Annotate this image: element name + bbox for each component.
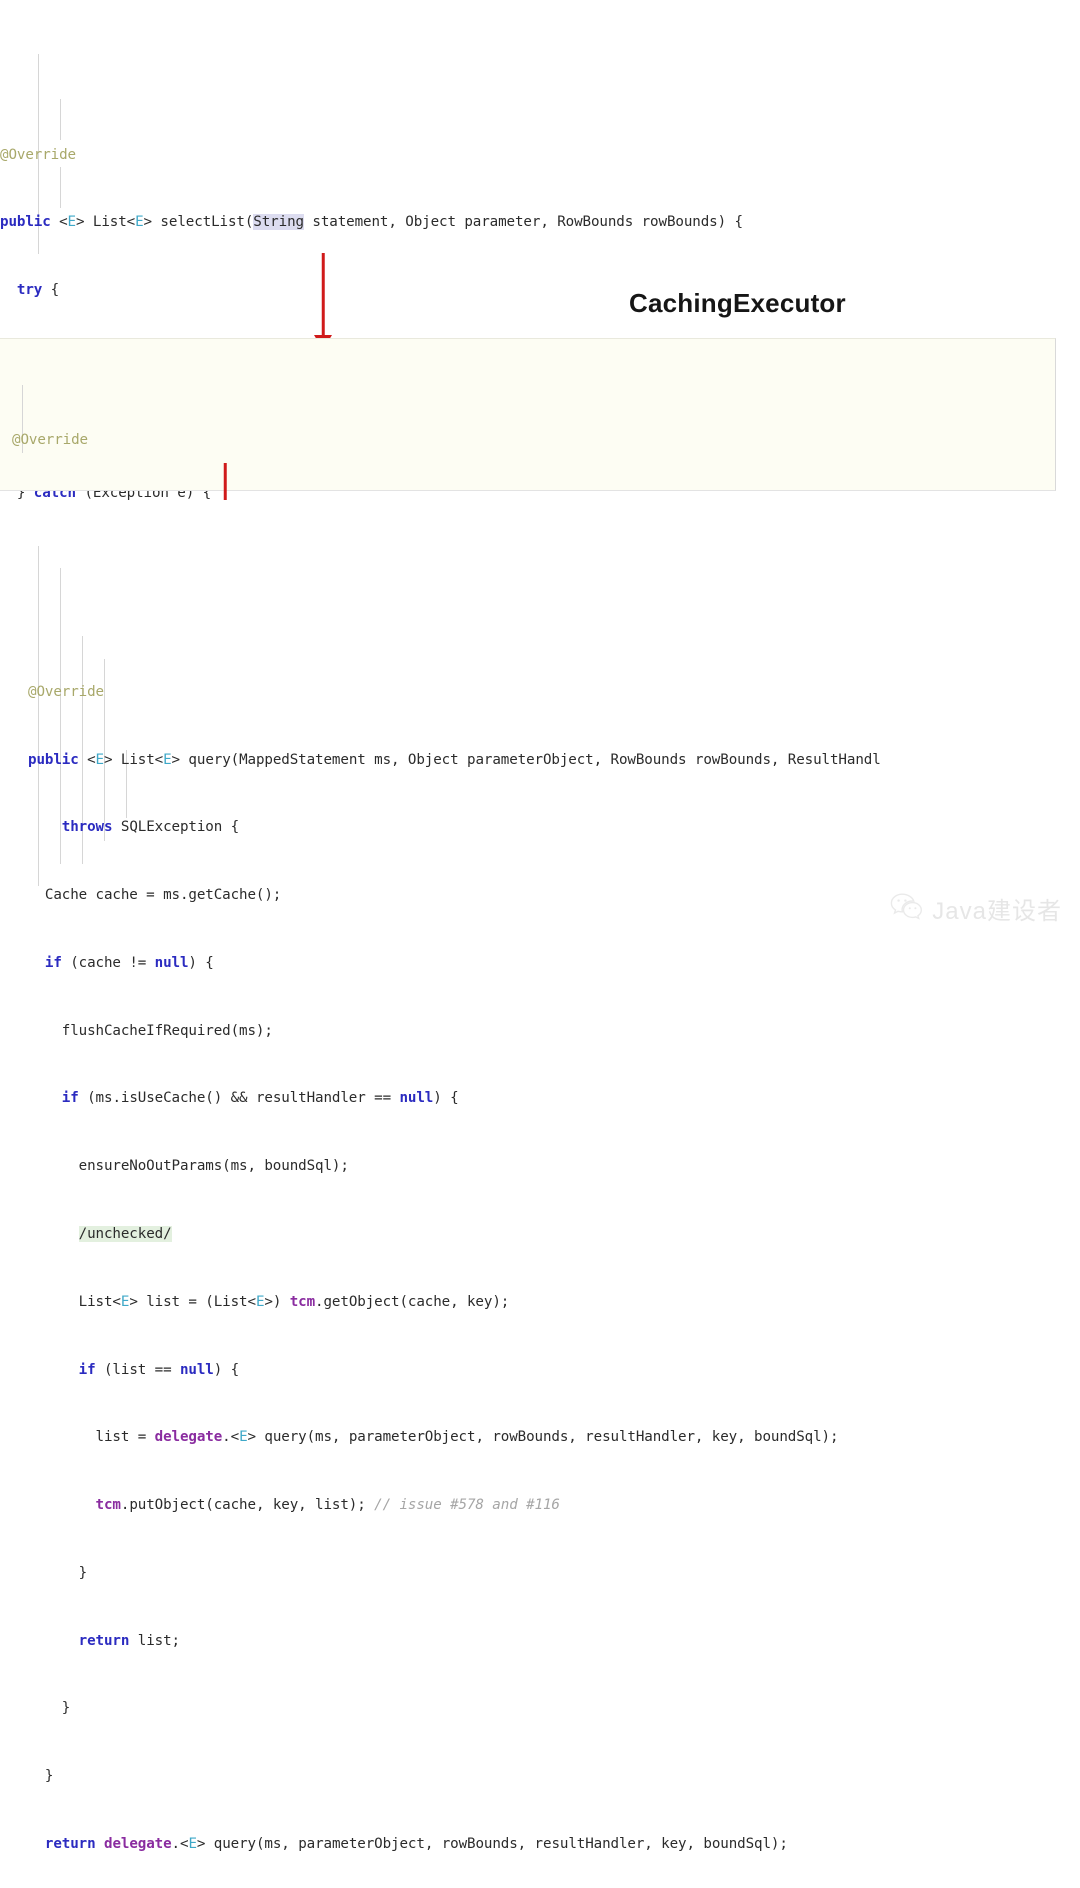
code-line: public <E> List<E> query(MappedStatement… — [28, 751, 881, 768]
code-line: } — [28, 1768, 54, 1785]
code-line: if (cache != null) { — [44, 954, 214, 971]
wechat-logo-icon — [890, 892, 924, 925]
highlighted-token-unchecked: /unchecked/ — [78, 1226, 172, 1242]
code-line: return list; — [78, 1632, 180, 1649]
code-line: List<E> list = (List<E>) tcm.getObject(c… — [28, 1293, 510, 1310]
code-block-caching-executor-query-overload: @Override public <E> List<E> query(Mappe… — [0, 500, 1080, 1852]
code-line: @Override — [12, 432, 88, 449]
code-block-caching-executor-query-entry: @Override public <E> List<E> query(Mappe… — [0, 338, 1056, 787]
watermark: Java建设者 — [890, 891, 1062, 926]
code-line: throws SQLException { — [61, 819, 240, 836]
code-line: } — [28, 1564, 88, 1581]
code-line: /unchecked/ — [0, 1223, 1080, 1246]
code-line: public <E> List<E> selectList(String sta… — [0, 214, 743, 231]
section-caption-caching-executor: CachingExecutor — [629, 288, 846, 318]
code-block-default-sql-session: @Override public <E> List<E> selectList(… — [0, 8, 1080, 840]
annotation-override: @Override — [0, 146, 76, 163]
highlighted-token-string: String — [253, 214, 304, 231]
code-line: ensureNoOutParams(ms, boundSql); — [28, 1158, 349, 1175]
code-line: } — [28, 1700, 71, 1717]
code-line: if (ms.isUseCache() && resultHandler == … — [61, 1090, 459, 1107]
code-line: list = delegate.<E> query(ms, parameterO… — [28, 1429, 839, 1446]
watermark-text: Java建设者 — [932, 898, 1062, 925]
code-line: @Override — [0, 144, 1080, 167]
code-line: tcm.putObject(cache, key, list); // issu… — [95, 1497, 560, 1514]
code-line: try { — [16, 282, 60, 299]
code-line: if (list == null) { — [78, 1361, 240, 1378]
arrow-block1-to-block2 — [313, 253, 333, 351]
code-line: @Override — [28, 683, 104, 700]
code-line: return delegate.<E> query(ms, parameterO… — [44, 1836, 788, 1853]
code-line: flushCacheIfRequired(ms); — [28, 1022, 273, 1039]
inline-comment: // issue #578 and #116 — [374, 1497, 560, 1514]
